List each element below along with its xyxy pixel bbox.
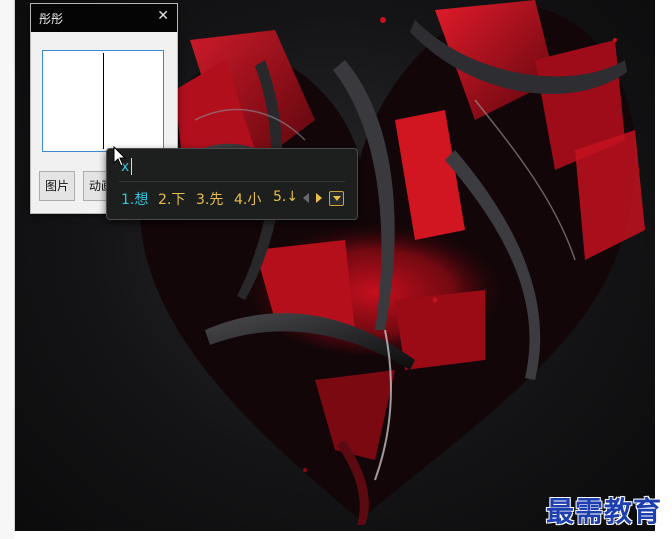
ime-text-cursor — [131, 158, 132, 175]
left-window-edge — [0, 0, 15, 539]
ime-candidate[interactable]: 5.↓ — [273, 189, 298, 205]
preview-text-area[interactable] — [42, 50, 164, 152]
close-icon[interactable]: ✕ — [157, 8, 169, 24]
watermark-logo: 最需教育 — [545, 495, 662, 528]
bottom-window-edge — [14, 531, 672, 539]
page-next-icon[interactable] — [316, 193, 322, 203]
ime-candidate[interactable]: 2.下 — [158, 189, 185, 209]
mouse-pointer-icon — [113, 146, 127, 167]
mini-window-title: 彤彤 — [39, 12, 64, 26]
page-prev-icon[interactable] — [303, 193, 309, 203]
image-button[interactable]: 图片 — [39, 171, 75, 201]
right-window-edge — [655, 0, 672, 531]
ime-candidate[interactable]: 1.想 — [121, 189, 148, 209]
ime-candidate-window: x 1.想 2.下 3.先 4.小 5.↓ — [106, 148, 358, 220]
ime-candidate[interactable]: 4.小 — [234, 189, 261, 209]
text-caret — [103, 53, 104, 149]
mini-window-titlebar[interactable]: 彤彤 ✕ — [31, 4, 177, 32]
ime-candidate[interactable]: 3.先 — [196, 189, 223, 209]
ime-divider — [119, 181, 345, 182]
expand-candidates-icon[interactable] — [329, 191, 344, 206]
